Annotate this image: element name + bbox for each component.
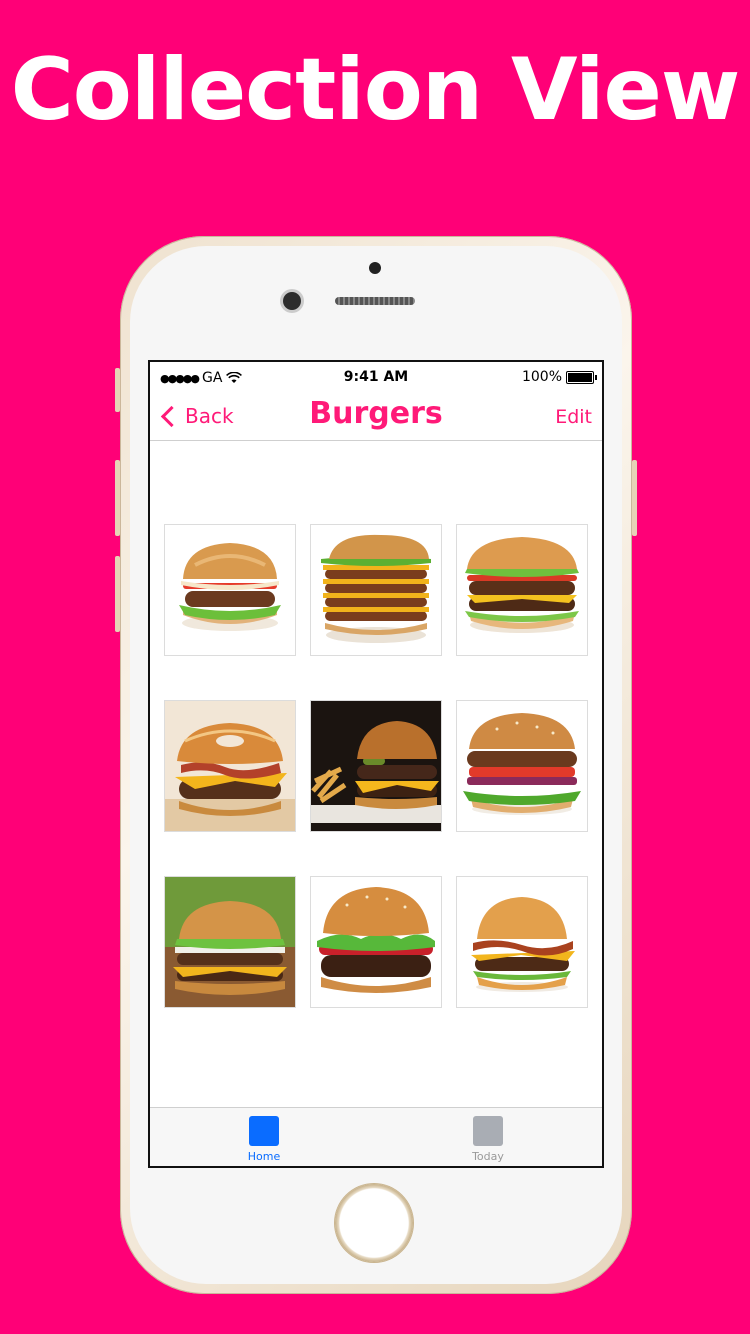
- tab-today-label: Today: [472, 1150, 504, 1163]
- collection-cell[interactable]: [164, 524, 296, 656]
- burger-image: [465, 537, 579, 633]
- burger-image: [321, 534, 431, 643]
- battery-icon: [566, 370, 597, 384]
- home-button[interactable]: [335, 1184, 413, 1262]
- status-bar: ●●●●● GA 9:41 AM 100%: [150, 362, 602, 392]
- burger-image: [165, 701, 295, 831]
- burger-image: [179, 543, 281, 631]
- proximity-sensor: [369, 262, 381, 274]
- burger-image: [471, 897, 575, 992]
- tab-home[interactable]: Home: [224, 1116, 304, 1163]
- collection-cell[interactable]: [456, 700, 588, 832]
- battery-status: 100%: [521, 369, 597, 385]
- burger-image: [463, 713, 581, 815]
- phone-screen: ●●●●● GA 9:41 AM 100% Back Burgers Edit: [148, 360, 604, 1168]
- headline: Collection View: [10, 40, 741, 140]
- collection-cell[interactable]: [456, 876, 588, 1008]
- edit-button[interactable]: Edit: [555, 406, 592, 428]
- today-tab-icon: [473, 1116, 503, 1146]
- front-camera: [283, 292, 301, 310]
- power-button: [632, 460, 637, 536]
- collection-cell[interactable]: [310, 524, 442, 656]
- collection-grid: [164, 524, 590, 1008]
- collection-cell[interactable]: [310, 876, 442, 1008]
- earpiece-speaker: [335, 297, 415, 305]
- burger-image: [165, 877, 295, 1007]
- volume-up-button: [115, 460, 120, 536]
- navigation-bar: Back Burgers Edit: [150, 392, 602, 441]
- battery-percent: 100%: [521, 369, 562, 385]
- collection-cell[interactable]: [310, 700, 442, 832]
- volume-down-button: [115, 556, 120, 632]
- tab-home-label: Home: [247, 1150, 281, 1163]
- page-title: Burgers: [309, 396, 443, 431]
- tab-bar: Home Today: [150, 1107, 602, 1166]
- collection-cell[interactable]: [164, 876, 296, 1008]
- burger-image: [311, 701, 441, 831]
- silent-switch: [115, 368, 120, 412]
- collection-cell[interactable]: [456, 524, 588, 656]
- collection-cell[interactable]: [164, 700, 296, 832]
- burger-image: [317, 887, 435, 993]
- home-tab-icon: [249, 1116, 279, 1146]
- tab-today[interactable]: Today: [448, 1116, 528, 1163]
